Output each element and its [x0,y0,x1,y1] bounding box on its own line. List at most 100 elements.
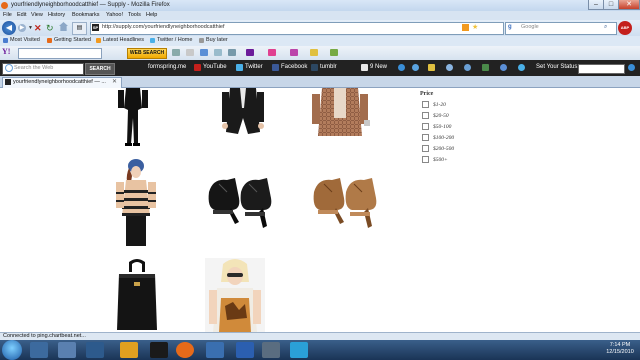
product-image[interactable] [108,88,158,148]
stop-button[interactable]: ✕ [34,23,42,34]
bookmark-twitter-home[interactable]: Twitter / Home [157,37,192,43]
taskbar-icon[interactable] [206,342,224,358]
toolbar-icon[interactable] [446,64,453,71]
checkbox[interactable] [422,156,429,163]
twitter-link[interactable]: Twitter [245,64,263,70]
price-option[interactable]: $1-20 [422,101,446,108]
price-option[interactable]: $100-200 [422,134,454,141]
taskbar-icon[interactable] [86,342,104,358]
toolbar-icon[interactable] [330,49,338,56]
maximize-button[interactable]: □ [603,0,619,10]
price-option[interactable]: $50-100 [422,123,451,130]
flickr-icon[interactable] [268,49,276,56]
product-image[interactable] [310,170,380,232]
taskbar-icon[interactable] [262,342,280,358]
tumblr-icon [311,64,318,71]
google-icon[interactable]: g [508,24,516,31]
youtube-link[interactable]: YouTube [203,64,227,70]
firefox-icon [1,2,8,9]
menu-history[interactable]: History [48,12,65,18]
toolbar-icon[interactable] [310,49,318,56]
yahoo-search-input[interactable] [18,48,102,59]
minimize-button[interactable]: – [588,0,604,10]
toolbar-icon[interactable] [246,49,254,56]
firefox-taskbar-icon[interactable] [176,342,194,358]
tumblr-link[interactable]: tumblr [320,64,337,70]
social-search-placeholder[interactable]: Search the Web [14,65,53,71]
price-option[interactable]: $500+ [422,156,448,163]
toolbar-icon[interactable] [500,64,507,71]
close-button[interactable]: ✕ [618,0,640,10]
toolbar-icon[interactable] [428,64,435,71]
status-input[interactable] [578,64,625,74]
price-option[interactable]: $200-500 [422,145,454,152]
rss-icon [96,38,101,43]
menu-view[interactable]: View [31,12,43,18]
toolbar-icon[interactable] [172,49,180,56]
price-option[interactable]: $20-50 [422,112,449,119]
reload-button[interactable]: ↻ [46,23,54,34]
taskbar-icon[interactable] [120,342,138,358]
product-image[interactable] [205,170,275,232]
toolbar-icon[interactable] [482,64,489,71]
menu-file[interactable]: File [3,12,12,18]
site-favicon: SP [92,24,99,31]
url-text[interactable]: http://supply.com/yourfriendlyneighborho… [102,24,225,30]
menu-yahoo[interactable]: Yahoo! [106,12,123,18]
toolbar-icon[interactable] [464,64,471,71]
toolbar-icon[interactable] [412,64,419,71]
toolbar-icon[interactable] [214,49,222,56]
close-tab-icon[interactable]: ✕ [112,78,117,85]
search-placeholder[interactable]: Google [521,24,539,30]
checkbox[interactable] [422,112,429,119]
bookmark-buy-later[interactable]: Buy later [206,37,228,43]
new-mail-link[interactable]: 9 New [370,64,387,70]
word-icon[interactable] [236,342,254,358]
history-dropdown-icon[interactable]: ▼ [28,25,33,31]
twitter-icon [236,64,243,71]
clock[interactable]: 7:14 PM 12/15/2010 [603,342,637,356]
menu-bookmarks[interactable]: Bookmarks [72,12,100,18]
checkbox[interactable] [422,123,429,130]
search-icon [5,64,13,72]
product-image[interactable] [205,258,265,332]
facebook-link[interactable]: Facebook [281,64,307,70]
taskbar-icon[interactable] [150,342,168,358]
product-image[interactable] [115,258,160,332]
toolbar-icon[interactable] [628,64,635,71]
yahoo-logo-icon[interactable]: Y! [2,47,10,56]
taskbar-icon[interactable] [30,342,48,358]
start-button[interactable] [2,340,22,360]
taskbar-icon[interactable] [290,342,308,358]
toolbar-icon[interactable] [398,64,405,71]
menu-tools[interactable]: Tools [128,12,141,18]
formspring-link[interactable]: formspring.me [148,64,186,70]
product-image[interactable] [218,88,268,144]
menu-edit[interactable]: Edit [17,12,26,18]
checkbox[interactable] [422,101,429,108]
toolbar-icon[interactable] [228,49,236,56]
search-go-icon[interactable]: ⌕ [604,24,607,31]
bookmark-most-visited[interactable]: Most Visited [10,37,40,43]
product-image[interactable] [112,158,162,250]
bookmark-latest-headlines[interactable]: Latest Headlines [103,37,144,43]
mail-icon[interactable] [200,49,208,56]
new-tab-icon[interactable]: ▤ [72,22,87,35]
bookmark-star-icon[interactable]: ★ [472,23,478,31]
tab-title[interactable]: yourfriendlyneighborhoodcatthief — ... [13,79,106,85]
bookmark-getting-started[interactable]: Getting Started [54,37,91,43]
checkbox[interactable] [422,134,429,141]
folder-icon[interactable] [58,342,76,358]
forward-button[interactable]: ▶ [18,24,26,32]
yahoo-web-search-button[interactable]: WEB SEARCH [127,48,167,59]
toolbar-icon[interactable] [290,49,298,56]
toolbar-icon[interactable] [518,64,525,71]
social-search-button[interactable]: SEARCH [85,63,115,75]
checkbox[interactable] [422,145,429,152]
rss-icon[interactable] [462,24,469,31]
back-button[interactable]: ◀ [2,21,16,35]
menu-help[interactable]: Help [146,12,157,18]
toolbar-icon[interactable] [186,49,194,56]
product-image[interactable] [310,88,370,144]
adblock-icon[interactable]: ABP [618,21,632,35]
